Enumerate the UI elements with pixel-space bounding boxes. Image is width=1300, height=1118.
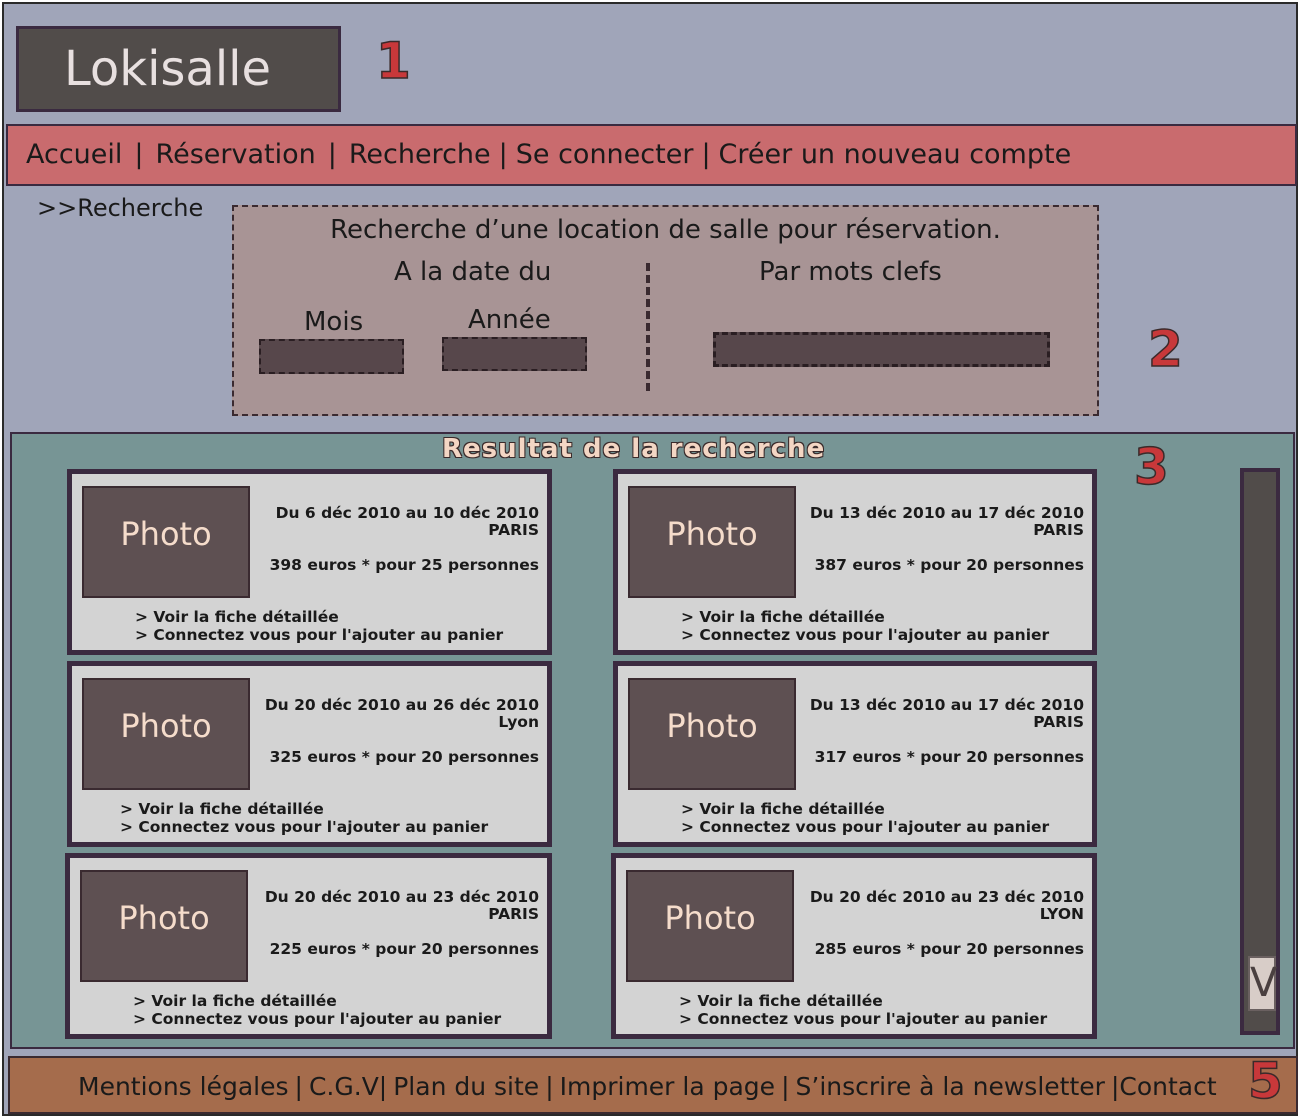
detail-link[interactable]: > Voir la fiche détaillée (135, 608, 339, 626)
photo-placeholder: Photo (628, 678, 796, 790)
footer-newsletter[interactable]: S’inscrire à la newsletter (796, 1072, 1105, 1101)
card-city: PARIS (488, 521, 539, 539)
card-dates: Du 13 déc 2010 au 17 déc 2010 (809, 504, 1084, 522)
results-scrollbar[interactable]: V (1240, 468, 1280, 1035)
result-card: Photo Du 20 déc 2010 au 26 déc 2010 Lyon… (67, 661, 552, 847)
card-dates: Du 13 déc 2010 au 17 déc 2010 (809, 696, 1084, 714)
photo-placeholder: Photo (82, 486, 250, 598)
nav-separator: | (701, 139, 711, 170)
nav-creer-compte[interactable]: Créer un nouveau compte (719, 139, 1072, 170)
results-panel: Resultat de la recherche Photo Du 6 déc … (10, 432, 1295, 1049)
main-nav: Accueil | Réservation | Recherche | Se connect… (6, 124, 1297, 186)
month-label: Mois (304, 307, 364, 337)
scroll-down-icon[interactable]: V (1248, 956, 1277, 1011)
page-frame: Lokisalle 1 Accueil | Réservation | Recherch… (2, 2, 1298, 1116)
footer-separator: | (1110, 1072, 1120, 1101)
nav-se-connecter[interactable]: Se connecter (516, 139, 694, 170)
card-city: PARIS (1033, 521, 1084, 539)
add-to-cart-link[interactable]: > Connectez vous pour l'ajouter au panie… (681, 626, 1049, 644)
card-dates: Du 20 déc 2010 au 23 déc 2010 (264, 888, 539, 906)
footer-imprimer[interactable]: Imprimer la page (560, 1072, 775, 1101)
footer-separator: | (294, 1072, 303, 1101)
card-price: 317 euros * pour 20 personnes (814, 748, 1084, 766)
add-to-cart-link[interactable]: > Connectez vous pour l'ajouter au panie… (681, 818, 1049, 836)
card-city: LYON (1039, 905, 1084, 923)
detail-link[interactable]: > Voir la fiche détaillée (681, 800, 885, 818)
footer-contact[interactable]: Contact (1119, 1072, 1216, 1101)
annotation-5: 5 (1247, 1051, 1283, 1111)
card-price: 387 euros * pour 20 personnes (814, 556, 1084, 574)
breadcrumb: >>Recherche (37, 194, 204, 222)
card-city: Lyon (498, 713, 539, 731)
detail-link[interactable]: > Voir la fiche détaillée (133, 992, 337, 1010)
detail-link[interactable]: > Voir la fiche détaillée (679, 992, 883, 1010)
add-to-cart-link[interactable]: > Connectez vous pour l'ajouter au panie… (133, 1010, 501, 1028)
footer-mentions-legales[interactable]: Mentions légales (78, 1072, 289, 1101)
keywords-label: Par mots clefs (759, 257, 942, 287)
add-to-cart-link[interactable]: > Connectez vous pour l'ajouter au panie… (120, 818, 488, 836)
search-panel: Recherche d’une location de salle pour r… (232, 205, 1099, 416)
result-card: Photo Du 20 déc 2010 au 23 déc 2010 LYON… (611, 853, 1097, 1039)
card-price: 398 euros * pour 25 personnes (269, 556, 539, 574)
results-title: Resultat de la recherche (442, 434, 826, 464)
add-to-cart-link[interactable]: > Connectez vous pour l'ajouter au panie… (135, 626, 503, 644)
photo-placeholder: Photo (80, 870, 248, 982)
photo-placeholder: Photo (626, 870, 794, 982)
card-price: 285 euros * pour 20 personnes (814, 940, 1084, 958)
annotation-3: 3 (1133, 437, 1169, 497)
footer-separator: | (781, 1072, 790, 1101)
footer-nav: Mentions légales | C.G.V| Plan du site | Impr… (8, 1056, 1298, 1114)
year-label: Année (468, 305, 551, 335)
nav-separator: | (134, 139, 144, 170)
annotation-1: 1 (375, 31, 411, 91)
footer-cgv[interactable]: C.G.V (309, 1072, 379, 1101)
date-label: A la date du (394, 257, 552, 287)
result-card: Photo Du 13 déc 2010 au 17 déc 2010 PARI… (613, 661, 1097, 847)
result-card: Photo Du 20 déc 2010 au 23 déc 2010 PARI… (65, 853, 552, 1039)
nav-reservation[interactable]: Réservation (156, 139, 316, 170)
result-card: Photo Du 6 déc 2010 au 10 déc 2010 PARIS… (67, 469, 552, 655)
nav-accueil[interactable]: Accueil (26, 139, 122, 170)
card-price: 325 euros * pour 20 personnes (269, 748, 539, 766)
footer-separator: | (545, 1072, 554, 1101)
footer-separator: | (378, 1072, 388, 1101)
detail-link[interactable]: > Voir la fiche détaillée (681, 608, 885, 626)
month-input[interactable] (259, 339, 404, 374)
result-card: Photo Du 13 déc 2010 au 17 déc 2010 PARI… (613, 469, 1097, 655)
card-dates: Du 20 déc 2010 au 26 déc 2010 (264, 696, 539, 714)
card-dates: Du 6 déc 2010 au 10 déc 2010 (275, 504, 539, 522)
site-logo[interactable]: Lokisalle (16, 26, 341, 112)
annotation-2: 2 (1147, 319, 1183, 379)
nav-separator: | (327, 139, 337, 170)
add-to-cart-link[interactable]: > Connectez vous pour l'ajouter au panie… (679, 1010, 1047, 1028)
card-city: PARIS (1033, 713, 1084, 731)
nav-recherche[interactable]: Recherche (349, 139, 491, 170)
card-price: 225 euros * pour 20 personnes (269, 940, 539, 958)
year-input[interactable] (442, 337, 587, 371)
search-divider (646, 263, 650, 391)
footer-plan-du-site[interactable]: Plan du site (387, 1072, 539, 1101)
keywords-input[interactable] (713, 332, 1050, 367)
detail-link[interactable]: > Voir la fiche détaillée (120, 800, 324, 818)
photo-placeholder: Photo (628, 486, 796, 598)
nav-separator: | (498, 139, 508, 170)
card-dates: Du 20 déc 2010 au 23 déc 2010 (809, 888, 1084, 906)
card-city: PARIS (488, 905, 539, 923)
search-title: Recherche d’une location de salle pour r… (330, 215, 1001, 245)
photo-placeholder: Photo (82, 678, 250, 790)
